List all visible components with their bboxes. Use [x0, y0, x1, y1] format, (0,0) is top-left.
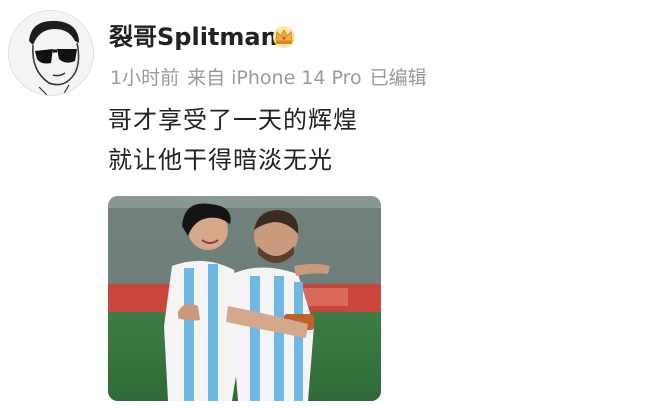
crown-icon[interactable] — [271, 25, 297, 49]
post-meta: 1小时前 来自 iPhone 14 Pro 已编辑 — [110, 66, 435, 90]
two-players-hugging-photo — [108, 196, 381, 401]
post-photo[interactable] — [108, 196, 381, 401]
post-text-line-2: 就让他干得暗淡无光 — [108, 146, 333, 174]
post-text-line-1: 哥才享受了一天的辉煌 — [108, 106, 358, 134]
edited-label[interactable]: 已编辑 — [370, 67, 427, 89]
sunglasses-avatar-icon — [9, 11, 93, 95]
post-source[interactable]: 来自 iPhone 14 Pro — [187, 67, 362, 89]
avatar[interactable] — [8, 10, 94, 96]
username[interactable]: 裂哥Splitman — [109, 22, 278, 52]
post-time: 1小时前 — [110, 67, 180, 89]
